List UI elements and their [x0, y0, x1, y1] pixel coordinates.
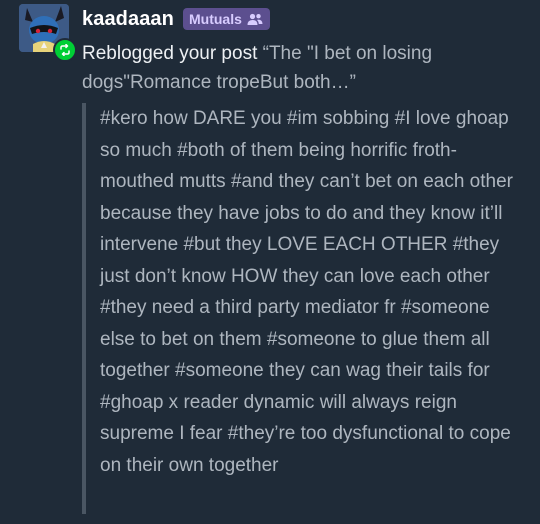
summary-action: Reblogged your post [82, 43, 258, 64]
notification-header: kaadaaan Mutuals [82, 4, 270, 34]
mutuals-icon [247, 13, 263, 25]
activity-notification[interactable]: kaadaaan Mutuals Reblogged your post “Th… [0, 0, 540, 524]
reblog-tags-block: #kero how DARE you #im sobbing #I love g… [82, 103, 526, 514]
mutuals-label: Mutuals [188, 11, 242, 27]
reblog-icon [53, 38, 77, 62]
mutuals-badge: Mutuals [182, 8, 270, 30]
username-link[interactable]: kaadaaan [82, 8, 174, 31]
activity-summary[interactable]: Reblogged your post “The "I bet on losin… [82, 39, 512, 97]
reblog-tags: #kero how DARE you #im sobbing #I love g… [100, 108, 513, 476]
